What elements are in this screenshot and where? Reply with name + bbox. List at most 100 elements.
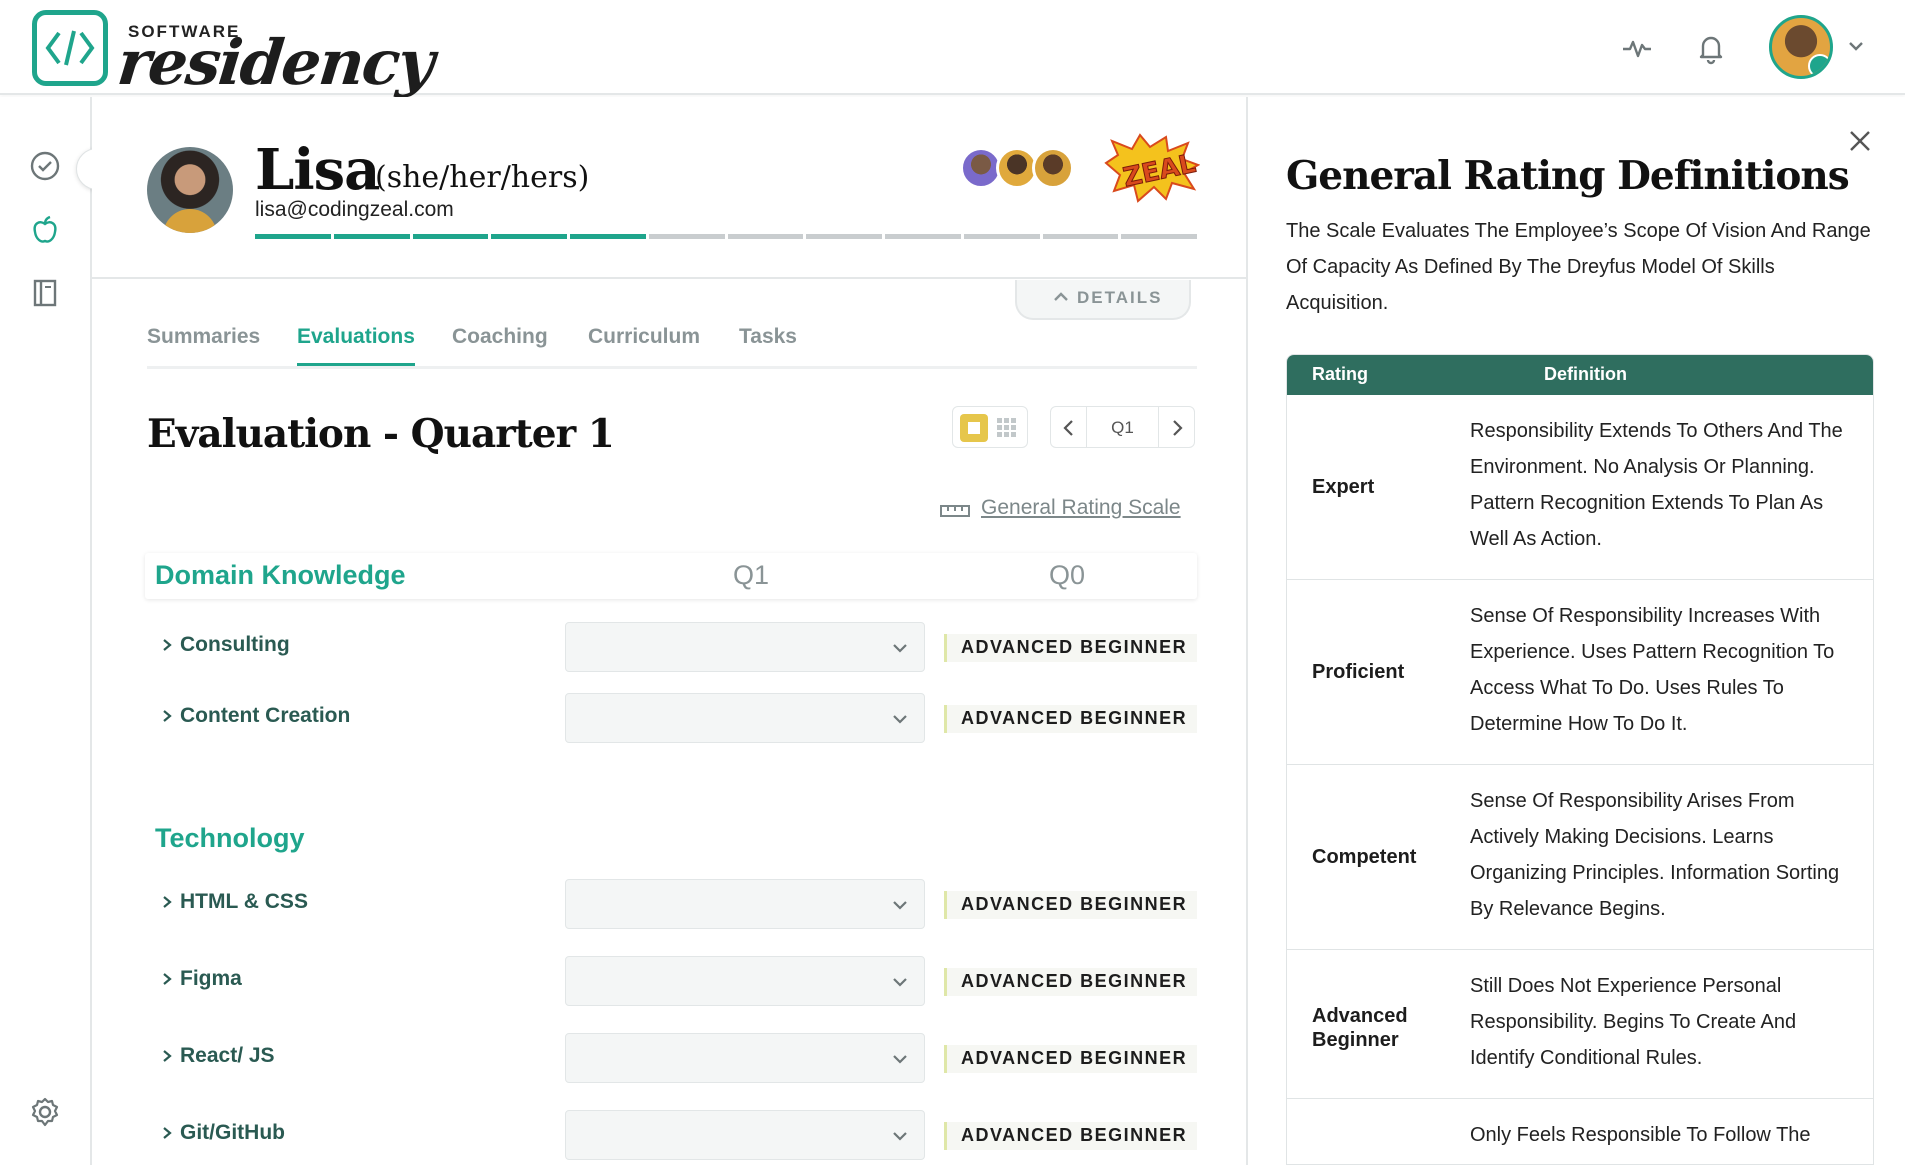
zeal-badge: ZEAL (1102, 133, 1201, 203)
code-bracket-icon (32, 10, 108, 86)
skill-label: HTML & CSS (180, 890, 308, 913)
chevron-right-icon (163, 1050, 172, 1062)
team-avatar[interactable] (1032, 147, 1074, 189)
user-avatar[interactable] (1769, 15, 1833, 79)
rating-definition: Sense Of Responsibility Arises From Acti… (1470, 790, 1840, 920)
progress-segment (491, 234, 567, 239)
skill-label: React/ JS (180, 1044, 275, 1067)
close-panel-button[interactable] (1848, 129, 1872, 158)
column-header-rating: Rating (1312, 364, 1368, 384)
gear-icon[interactable] (28, 1095, 62, 1129)
previous-quarter-button[interactable] (1051, 407, 1087, 447)
rating-row: Consulting ADVANCED BEGINNER (145, 622, 1198, 672)
column-header-current: Q1 (733, 560, 770, 590)
skill-toggle[interactable]: HTML & CSS (162, 890, 308, 914)
chevron-right-icon (1173, 420, 1183, 436)
progress-segment (255, 234, 331, 239)
chevron-up-icon (1054, 292, 1068, 301)
progress-segment (963, 234, 1040, 239)
next-quarter-button[interactable] (1158, 407, 1194, 447)
skill-toggle[interactable]: Git/GitHub (162, 1121, 285, 1145)
progress-segment (570, 234, 646, 239)
chevron-down-icon[interactable] (1846, 36, 1866, 61)
table-row: Only Feels Responsible To Follow The (1287, 1099, 1873, 1164)
tab-bar: Summaries Evaluations Coaching Curriculu… (147, 315, 1197, 369)
chevron-right-icon (163, 710, 172, 722)
quarter-pager: Q1 (1050, 406, 1195, 448)
column-header-previous: Q0 (1049, 560, 1086, 590)
ruler-icon (940, 505, 970, 517)
section-header: Technology (145, 816, 1197, 862)
tab-coaching[interactable]: Coaching (452, 325, 548, 363)
skill-toggle[interactable]: Figma (162, 967, 242, 991)
rating-select[interactable] (565, 622, 925, 672)
avatar-badge (1808, 54, 1830, 76)
profile-name: Lisa (255, 137, 380, 203)
progress-segment (648, 234, 725, 239)
book-icon[interactable] (28, 276, 62, 310)
progress-segment (1042, 234, 1119, 239)
team-avatars[interactable] (960, 147, 1080, 193)
left-rail (0, 97, 92, 1165)
progress-segment (412, 234, 489, 239)
rating-select[interactable] (565, 1110, 925, 1160)
chevron-down-icon (893, 978, 907, 987)
single-view-icon[interactable] (960, 414, 988, 442)
profile-avatar (147, 147, 233, 233)
prior-rating-badge: ADVANCED BEGINNER (944, 1122, 1198, 1150)
skill-toggle[interactable]: React/ JS (162, 1044, 275, 1068)
rating-definition: Still Does Not Experience Personal Respo… (1470, 975, 1797, 1069)
prior-rating-badge: ADVANCED BEGINNER (944, 891, 1198, 919)
panel-intro: The Scale Evaluates The Employee’s Scope… (1286, 220, 1871, 314)
rating-select[interactable] (565, 693, 925, 743)
page-title: Evaluation - Quarter 1 (147, 411, 615, 457)
skill-label: Git/GitHub (180, 1121, 285, 1144)
progress-segment (333, 234, 410, 239)
main-content: Lisa (she/her/hers) lisa@codingzeal.com … (92, 97, 1246, 1165)
profile-header: Lisa (she/her/hers) lisa@codingzeal.com … (92, 97, 1246, 279)
general-rating-scale-link[interactable]: General Rating Scale (940, 496, 1200, 526)
rating-row: HTML & CSS ADVANCED BEGINNER (145, 879, 1198, 929)
rating-row: Figma ADVANCED BEGINNER (145, 956, 1198, 1006)
skill-label: Figma (180, 967, 242, 990)
apple-icon[interactable] (28, 213, 62, 247)
logo-wordmark-script: residency (114, 26, 437, 99)
chevron-right-icon (163, 973, 172, 985)
details-toggle-button[interactable]: DETAILS (1015, 280, 1191, 320)
chevron-right-icon (163, 1127, 172, 1139)
skill-label: Consulting (180, 633, 290, 656)
progress-segment (806, 234, 882, 239)
rating-definition: Sense Of Responsibility Increases With E… (1470, 605, 1835, 735)
activity-icon[interactable] (1619, 30, 1655, 66)
rating-select[interactable] (565, 1033, 925, 1083)
chevron-right-icon (163, 639, 172, 651)
table-header: Rating Definition (1287, 355, 1873, 395)
table-row: Proficient Sense Of Responsibility Incre… (1287, 580, 1873, 765)
chevron-down-icon (893, 901, 907, 910)
chevron-down-icon (893, 644, 907, 653)
skill-toggle[interactable]: Consulting (162, 633, 290, 657)
rating-select[interactable] (565, 879, 925, 929)
chevron-left-icon (1063, 420, 1073, 436)
progress-segment (1121, 234, 1197, 239)
prior-rating-badge: ADVANCED BEGINNER (944, 705, 1198, 733)
skill-toggle[interactable]: Content Creation (162, 704, 350, 728)
rating-row: Git/GitHub ADVANCED BEGINNER (145, 1110, 1198, 1160)
check-circle-icon[interactable] (28, 149, 62, 183)
bell-icon[interactable] (1693, 30, 1729, 66)
grid-view-icon[interactable] (997, 418, 1017, 438)
skill-label: Content Creation (180, 704, 351, 727)
tab-evaluations[interactable]: Evaluations (297, 325, 415, 366)
rating-name: Proficient (1312, 661, 1405, 683)
tab-curriculum[interactable]: Curriculum (588, 325, 700, 363)
current-quarter: Q1 (1111, 418, 1134, 437)
chevron-down-icon (893, 715, 907, 724)
tab-tasks[interactable]: Tasks (739, 325, 797, 363)
app-logo[interactable]: SOFTWARE residency (30, 8, 436, 99)
progress-bar (255, 234, 1197, 240)
rating-select[interactable] (565, 956, 925, 1006)
profile-pronouns: (she/her/hers) (375, 160, 590, 195)
rating-row: React/ JS ADVANCED BEGINNER (145, 1033, 1198, 1083)
tab-summaries[interactable]: Summaries (147, 325, 260, 363)
view-toggle[interactable] (952, 406, 1028, 448)
